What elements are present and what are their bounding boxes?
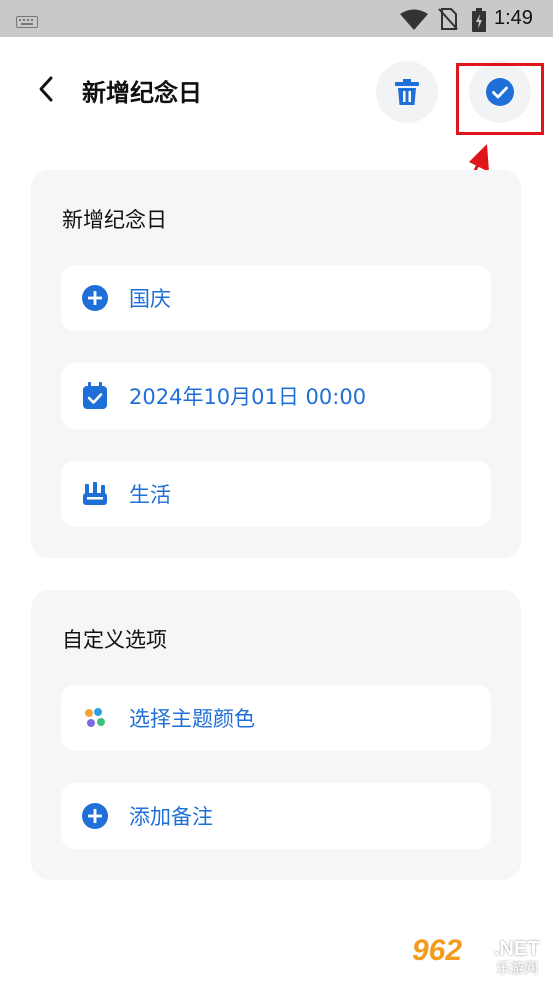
back-arrow-icon [39, 76, 53, 102]
calendar-check-icon [80, 381, 110, 411]
card-title: 自定义选项 [62, 628, 167, 652]
date-field-row[interactable]: 2024年10月01日 00:00 [61, 363, 491, 429]
delete-button[interactable] [376, 61, 438, 123]
name-value: 国庆 [129, 287, 171, 311]
add-note-row[interactable]: 添加备注 [61, 783, 491, 849]
category-value: 生活 [129, 483, 171, 507]
watermark-number: 962 [412, 934, 463, 967]
category-field-row[interactable]: 生活 [61, 461, 491, 527]
anniversary-card: 新增纪念日 国庆 2024年10月01日 00:00 生活 [31, 170, 521, 558]
watermark-site-name: 乐游网 [496, 961, 538, 977]
clock-time: 1:49 [494, 7, 533, 29]
page-title: 新增纪念日 [82, 79, 202, 107]
custom-options-card: 自定义选项 选择主题颜色 添加备注 [31, 590, 521, 880]
back-button[interactable] [28, 71, 64, 107]
theme-color-row[interactable]: 选择主题颜色 [61, 685, 491, 751]
annotation-highlight-box [456, 63, 544, 135]
theme-color-label: 选择主题颜色 [129, 707, 255, 731]
add-note-label: 添加备注 [129, 805, 213, 829]
category-icon [80, 479, 110, 509]
name-field-row[interactable]: 国庆 [61, 265, 491, 331]
palette-icon [80, 703, 110, 733]
plus-circle-icon [80, 801, 110, 831]
battery-charging-icon [472, 8, 486, 36]
wifi-icon [400, 9, 428, 35]
trash-icon [395, 79, 419, 105]
card-title: 新增纪念日 [62, 208, 167, 232]
plus-circle-icon [80, 283, 110, 313]
keyboard-icon [16, 13, 38, 32]
no-sim-icon [438, 8, 458, 34]
watermark-logo: 962 .NET 乐游网 [412, 934, 548, 978]
status-bar: 1:49 [0, 0, 553, 37]
date-value: 2024年10月01日 00:00 [129, 385, 367, 409]
